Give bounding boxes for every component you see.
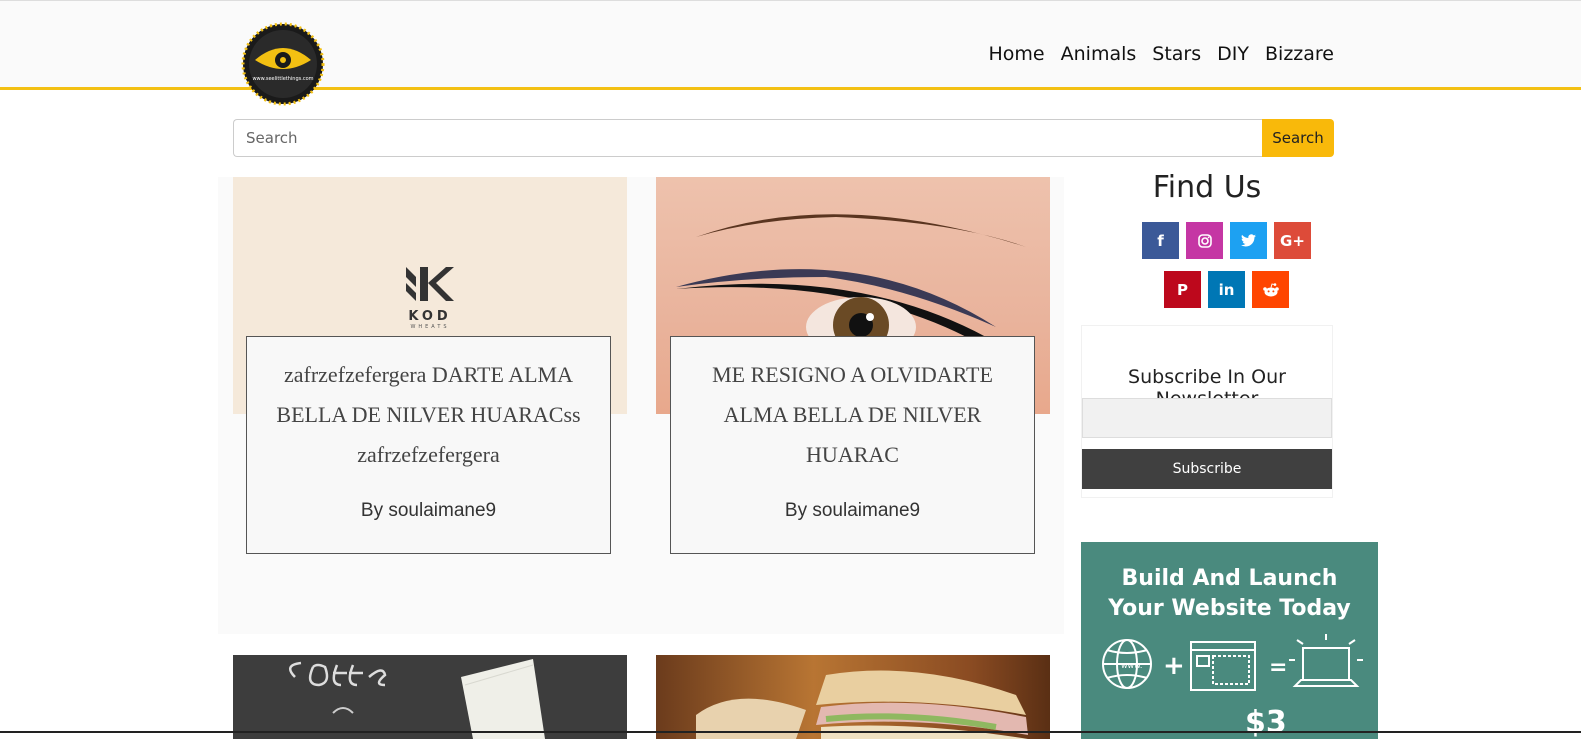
nav-bizzare[interactable]: Bizzare: [1265, 43, 1334, 65]
post-author: By soulaimane9: [360, 500, 497, 521]
linkedin-icon[interactable]: in: [1208, 271, 1245, 308]
post-image-coffee[interactable]: [233, 655, 627, 739]
svg-text:=: =: [1269, 655, 1287, 680]
ad-title-line1: Build And Launch: [1121, 566, 1338, 591]
search-input[interactable]: [233, 119, 1262, 157]
svg-text:$3: $3: [1245, 705, 1287, 739]
laptop-icon: [1289, 634, 1363, 687]
nav-home[interactable]: Home: [989, 43, 1045, 65]
main-nav: Home Animals Stars DIY Bizzare: [989, 43, 1334, 65]
ad-title-line2: Your Website Today: [1108, 596, 1351, 621]
svg-text:WHEATS: WHEATS: [410, 324, 449, 330]
post-image-sandwich[interactable]: [656, 655, 1050, 739]
reddit-icon[interactable]: [1252, 271, 1289, 308]
site-logo[interactable]: www.seelittlethings.com: [237, 22, 329, 106]
site-header: www.seelittlethings.com Home Animals Sta…: [0, 1, 1581, 106]
post-title[interactable]: ME RESIGNO A OLVIDARTE ALMA BELLA DE NIL…: [671, 337, 1034, 475]
subscribe-button[interactable]: Subscribe: [1082, 449, 1332, 489]
search-button[interactable]: Search: [1262, 119, 1334, 157]
newsletter-email-input[interactable]: [1082, 398, 1332, 438]
google-plus-icon[interactable]: G+: [1274, 222, 1311, 259]
bottom-divider: [0, 731, 1581, 733]
post-title[interactable]: zafrzefzefergera DARTE ALMA BELLA DE NIL…: [247, 337, 610, 475]
post-author: By soulaimane9: [784, 500, 921, 521]
browser-window-icon: [1190, 641, 1256, 691]
find-us-title: Find Us: [1152, 170, 1262, 205]
twitter-icon[interactable]: [1230, 222, 1267, 259]
search-bar: Search: [233, 119, 1334, 157]
instagram-icon[interactable]: [1186, 222, 1223, 259]
svg-text:www.: www.: [1121, 661, 1142, 670]
ad-banner[interactable]: Build And Launch Your Website Today www.…: [1081, 542, 1378, 739]
pinterest-icon[interactable]: P: [1164, 271, 1201, 308]
ad-title: Build And Launch Your Website Today: [1081, 564, 1378, 624]
post-caption[interactable]: ME RESIGNO A OLVIDARTE ALMA BELLA DE NIL…: [670, 336, 1035, 554]
facebook-icon[interactable]: f: [1142, 222, 1179, 259]
svg-text:www.seelittlethings.com: www.seelittlethings.com: [252, 76, 313, 82]
svg-text:+: +: [1163, 651, 1185, 681]
post-caption[interactable]: zafrzefzefergera DARTE ALMA BELLA DE NIL…: [246, 336, 611, 554]
nav-animals[interactable]: Animals: [1061, 43, 1137, 65]
svg-text:KOD: KOD: [408, 309, 451, 324]
nav-diy[interactable]: DIY: [1217, 43, 1249, 65]
nav-stars[interactable]: Stars: [1152, 43, 1201, 65]
